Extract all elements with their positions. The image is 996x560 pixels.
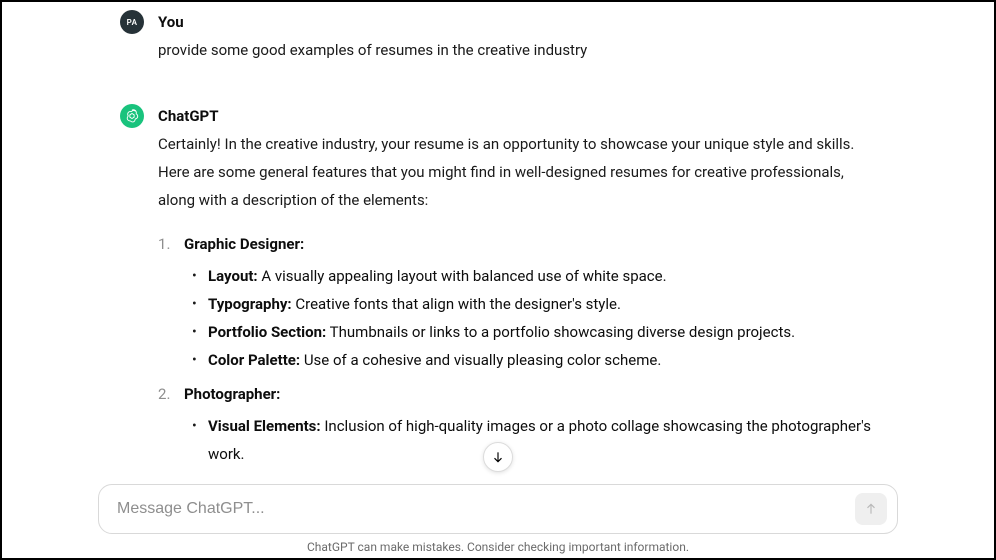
message-input[interactable]: [115, 499, 843, 519]
bullet-value: A visually appealing layout with balance…: [258, 267, 667, 285]
user-message-text: provide some good examples of resumes in…: [158, 36, 874, 64]
bullet-key: Portfolio Section:: [208, 323, 326, 341]
bullet-key: Visual Elements:: [208, 417, 321, 435]
assistant-intro-text: Certainly! In the creative industry, you…: [158, 130, 874, 214]
openai-icon: [124, 108, 140, 124]
scroll-to-bottom-button[interactable]: [483, 442, 513, 472]
message-user: PA You provide some good examples of res…: [2, 10, 994, 64]
list-item: Graphic Designer: Layout: A visually app…: [178, 232, 874, 374]
avatar-user: PA: [120, 10, 144, 34]
send-button[interactable]: [855, 493, 887, 525]
avatar-user-initials: PA: [127, 18, 138, 27]
sender-label-assistant: ChatGPT: [158, 104, 874, 128]
bullet-key: Color Palette:: [208, 351, 300, 369]
sender-label-user: You: [158, 10, 874, 34]
sublist: Layout: A visually appealing layout with…: [184, 262, 874, 374]
list-item: Portfolio Section: Thumbnails or links t…: [208, 318, 874, 346]
assistant-ordered-list: Graphic Designer: Layout: A visually app…: [158, 232, 874, 468]
list-item: Layout: A visually appealing layout with…: [208, 262, 874, 290]
list-item-title: Photographer:: [184, 385, 280, 403]
arrow-down-icon: [491, 450, 505, 464]
bullet-key: Layout:: [208, 267, 258, 285]
bullet-value: Creative fonts that align with the desig…: [292, 295, 621, 313]
avatar-assistant: [120, 104, 144, 128]
list-item: Typography: Creative fonts that align wi…: [208, 290, 874, 318]
composer-area: ChatGPT can make mistakes. Consider chec…: [2, 484, 994, 558]
list-item-title: Graphic Designer:: [184, 235, 304, 253]
composer[interactable]: [98, 484, 898, 534]
bullet-value: Use of a cohesive and visually pleasing …: [300, 351, 661, 369]
sublist: Visual Elements: Inclusion of high-quali…: [184, 412, 874, 468]
arrow-up-icon: [864, 502, 878, 516]
list-item: Color Palette: Use of a cohesive and vis…: [208, 346, 874, 374]
list-item: Photographer: Visual Elements: Inclusion…: [178, 382, 874, 468]
list-item: Visual Elements: Inclusion of high-quali…: [208, 412, 874, 468]
bullet-value: Thumbnails or links to a portfolio showc…: [326, 323, 795, 341]
bullet-key: Typography:: [208, 295, 292, 313]
conversation-scroll[interactable]: PA You provide some good examples of res…: [2, 2, 994, 480]
disclaimer-text: ChatGPT can make mistakes. Consider chec…: [98, 540, 898, 554]
message-assistant: ChatGPT Certainly! In the creative indus…: [2, 104, 994, 476]
